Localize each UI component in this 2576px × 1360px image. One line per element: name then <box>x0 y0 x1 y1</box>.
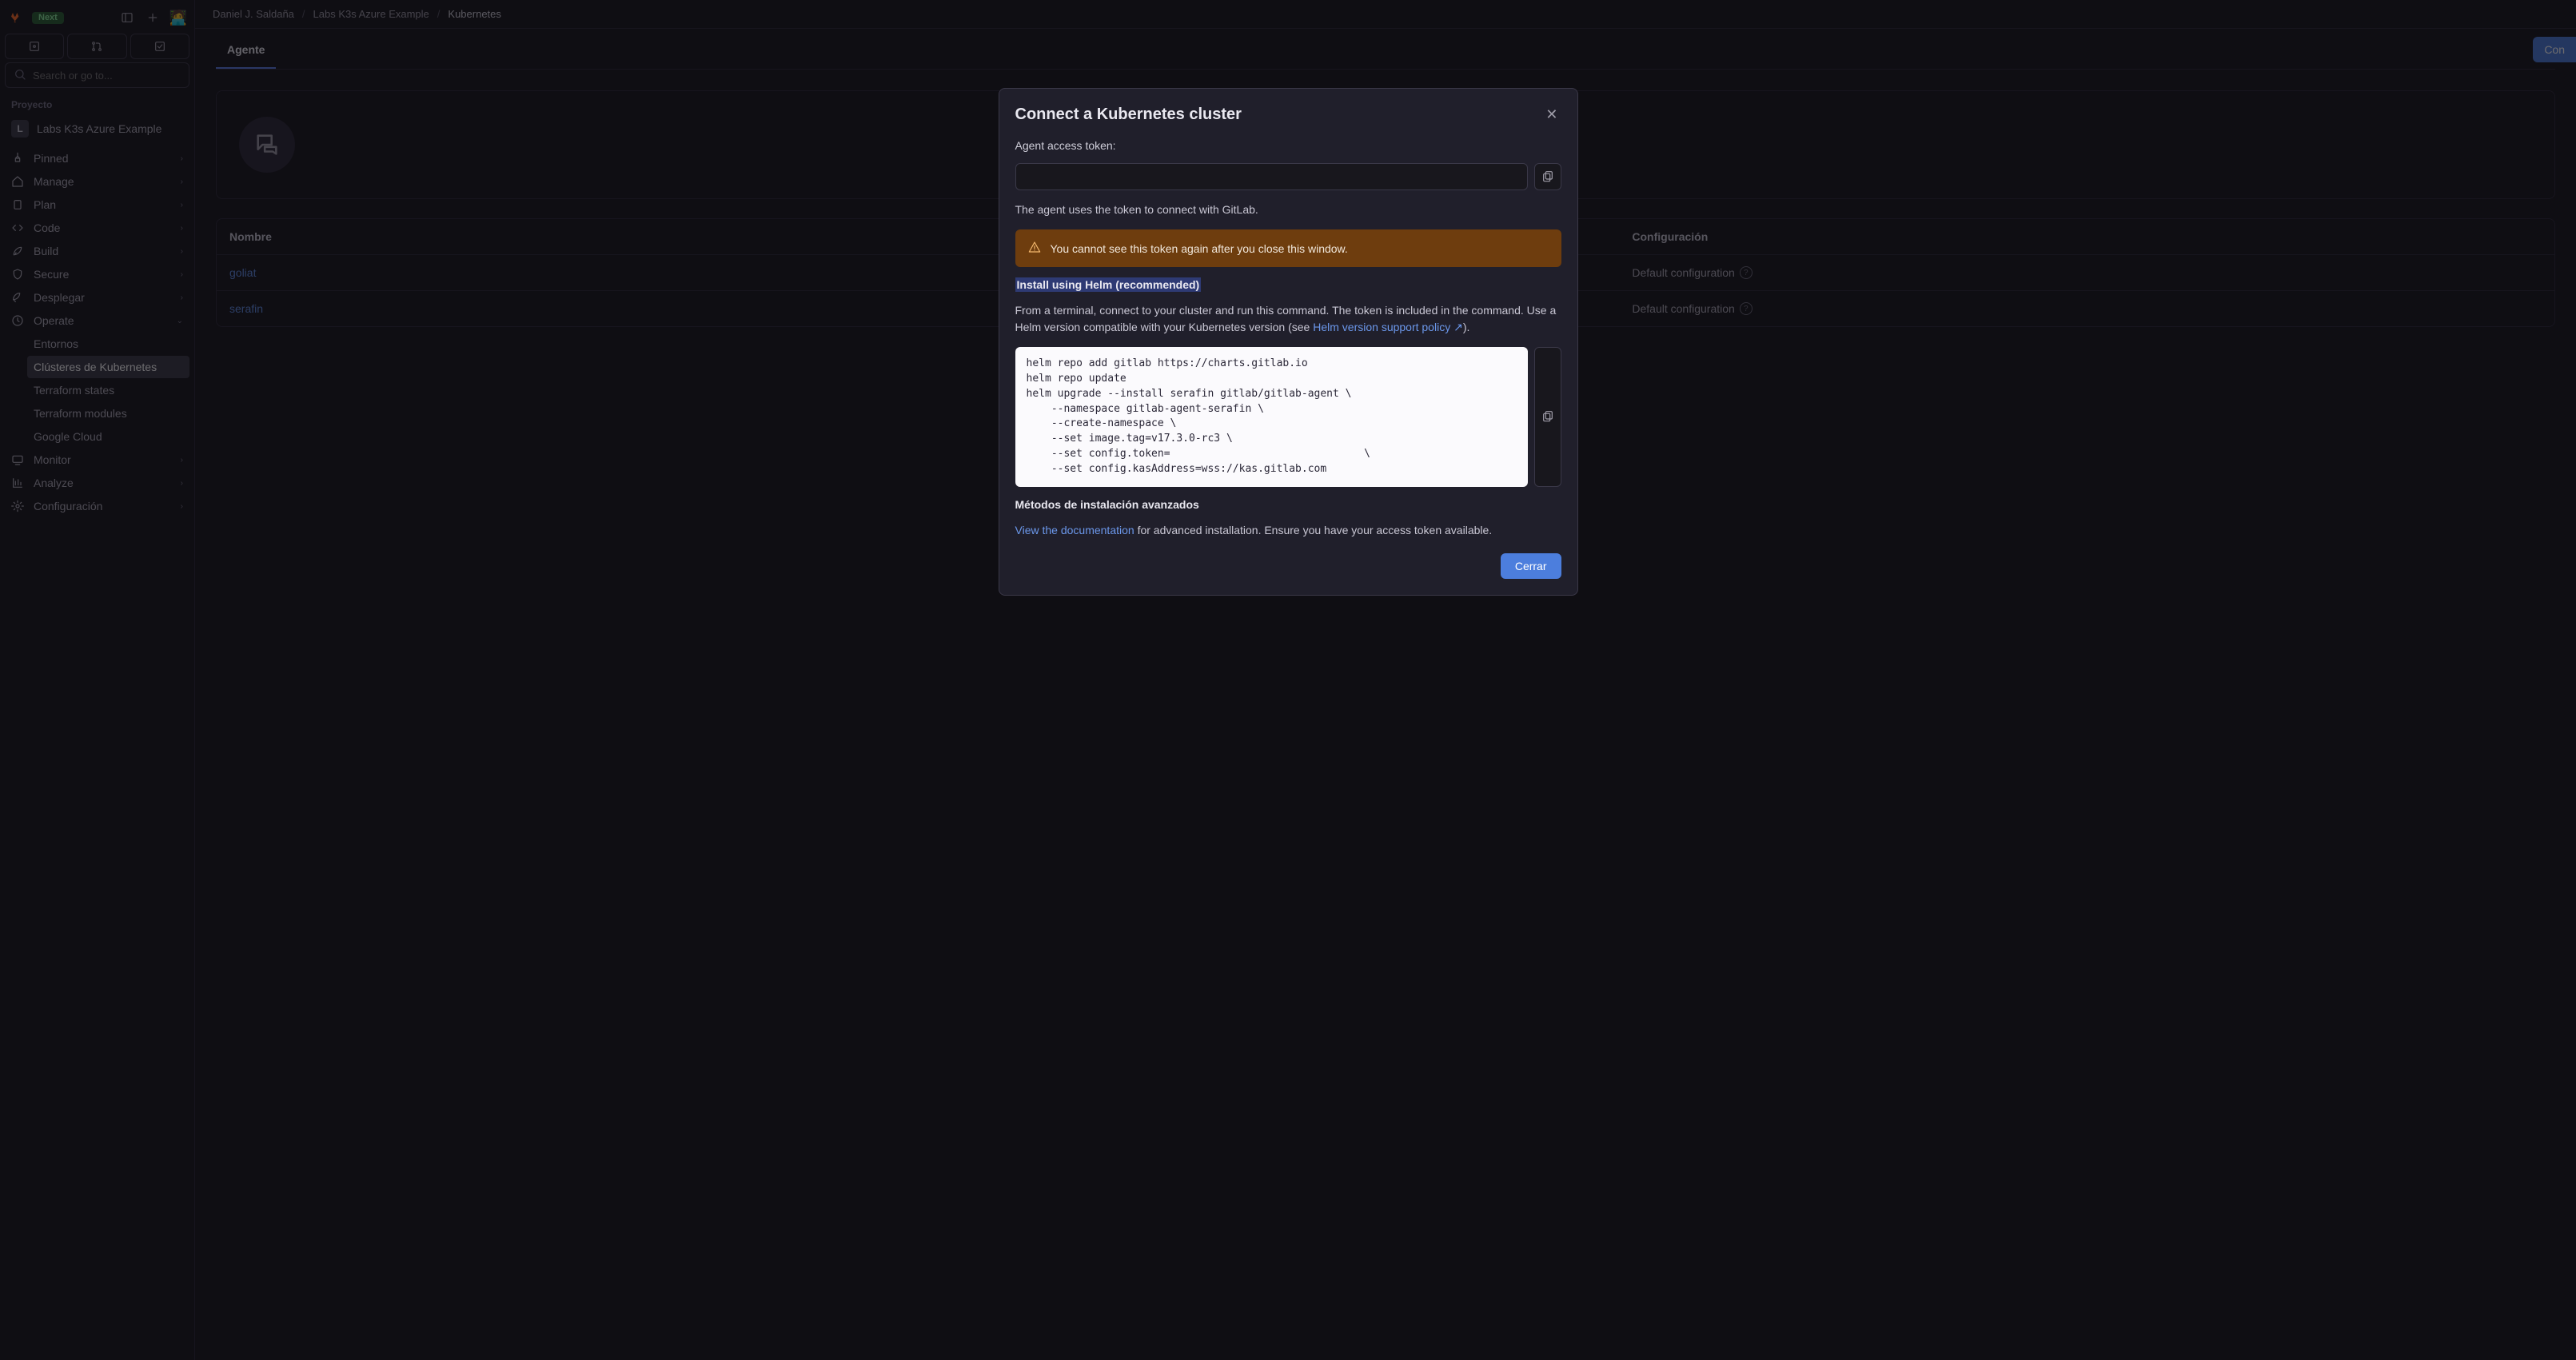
warning-icon <box>1028 241 1041 256</box>
advanced-rest: for advanced installation. Ensure you ha… <box>1134 524 1493 536</box>
install-desc-post: ). <box>1463 321 1470 333</box>
token-warning: You cannot see this token again after yo… <box>1015 229 1561 267</box>
token-usage-text: The agent uses the token to connect with… <box>1015 201 1561 218</box>
advanced-heading: Métodos de instalación avanzados <box>1015 498 1561 511</box>
token-input[interactable] <box>1015 163 1528 190</box>
advanced-text: View the documentation for advanced inst… <box>1015 522 1561 539</box>
close-icon[interactable]: ✕ <box>1542 103 1561 126</box>
modal-title: Connect a Kubernetes cluster <box>1015 106 1543 124</box>
modal-scrim[interactable]: Connect a Kubernetes cluster ✕ Agent acc… <box>0 0 2576 1360</box>
install-heading: Install using Helm (recommended) <box>1015 277 1202 292</box>
view-docs-link[interactable]: View the documentation <box>1015 524 1134 536</box>
clipboard-icon <box>1541 409 1554 425</box>
install-description: From a terminal, connect to your cluster… <box>1015 302 1561 336</box>
close-button[interactable]: Cerrar <box>1501 553 1561 579</box>
helm-policy-link-text: Helm version support policy <box>1313 321 1450 333</box>
copy-code-button[interactable] <box>1534 347 1561 487</box>
connect-cluster-modal: Connect a Kubernetes cluster ✕ Agent acc… <box>999 88 1578 596</box>
helm-command-code[interactable]: helm repo add gitlab https://charts.gitl… <box>1015 347 1528 487</box>
external-link-icon: ↗ <box>1453 321 1463 333</box>
token-label: Agent access token: <box>1015 139 1561 152</box>
install-desc-pre: From a terminal, connect to your cluster… <box>1015 304 1557 333</box>
copy-token-button[interactable] <box>1534 163 1561 190</box>
clipboard-icon <box>1541 170 1554 185</box>
warning-text: You cannot see this token again after yo… <box>1051 242 1348 255</box>
helm-policy-link[interactable]: Helm version support policy ↗ <box>1313 321 1463 333</box>
